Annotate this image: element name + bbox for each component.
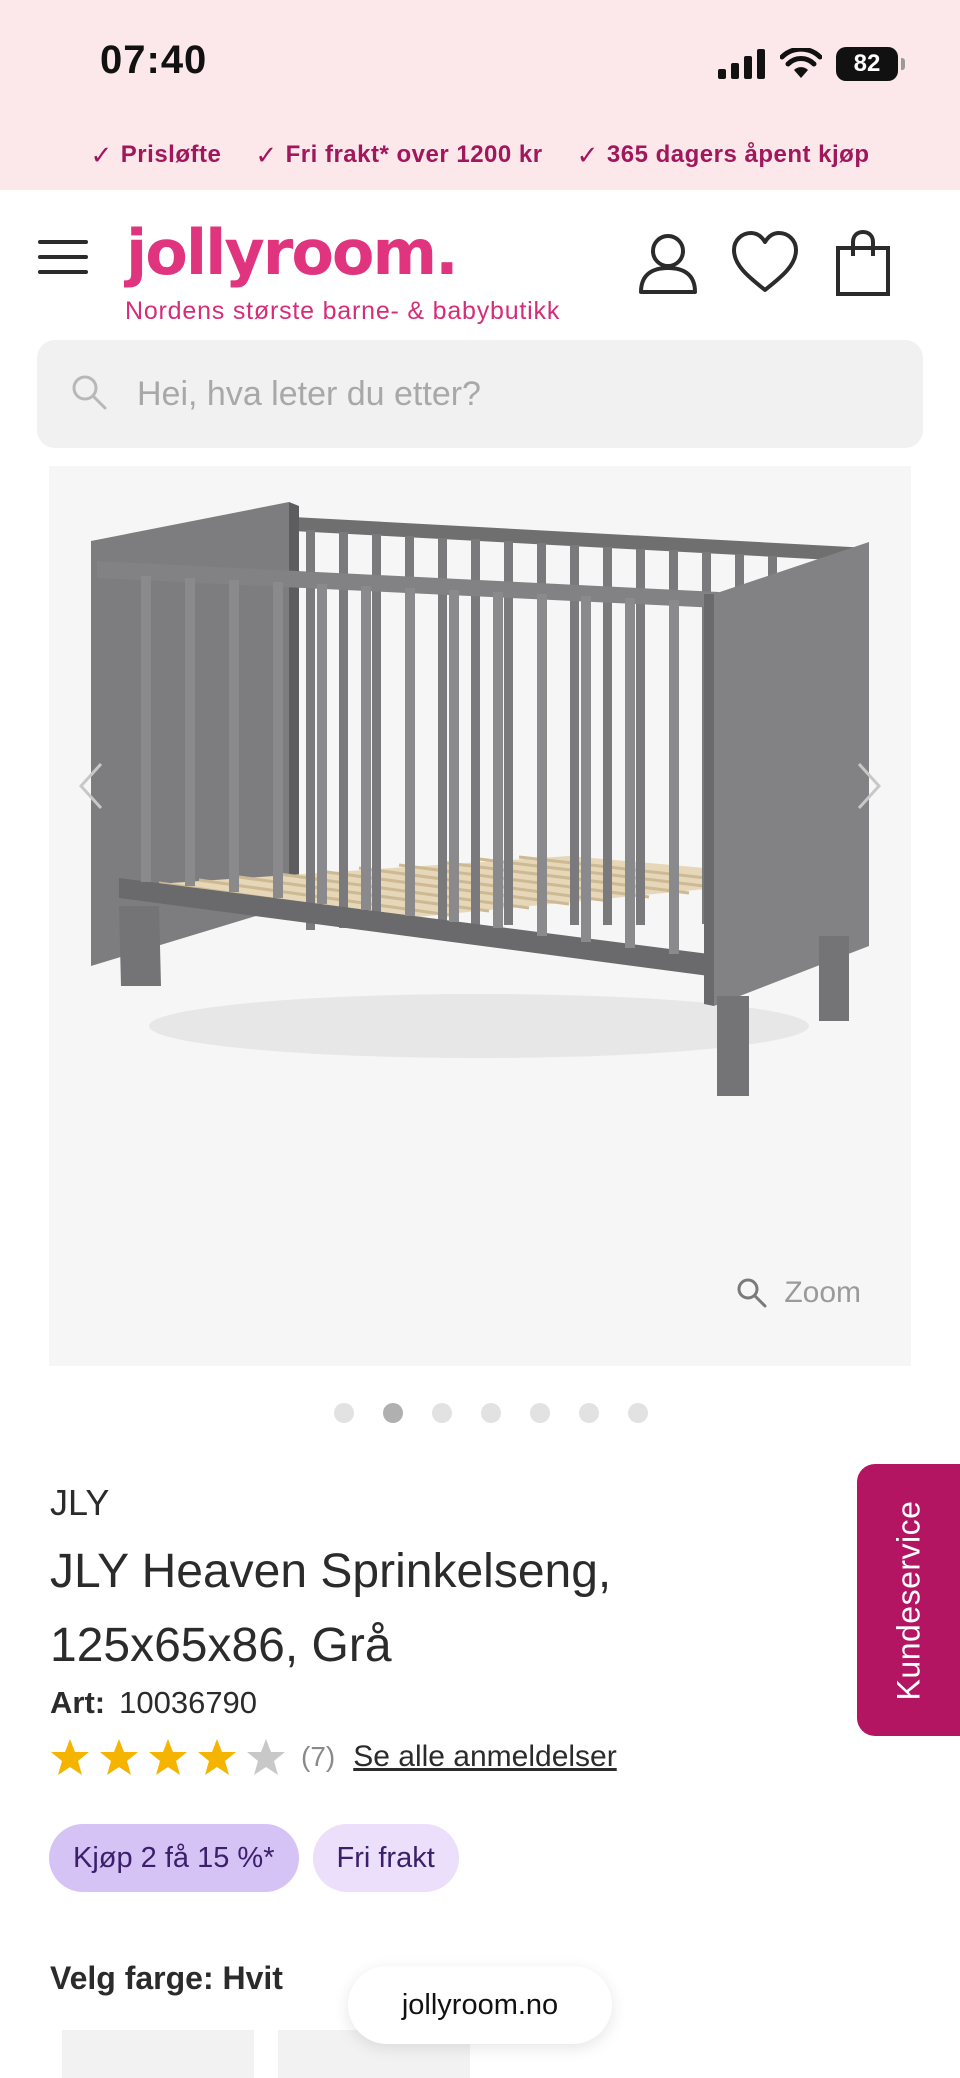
- usp-label: Fri frakt* over 1200 kr: [285, 141, 543, 168]
- star-empty-icon: [247, 1739, 285, 1775]
- promo-badge[interactable]: Kjøp 2 få 15 %*: [49, 1824, 299, 1892]
- star-filled-icon: [51, 1739, 89, 1775]
- carousel-dot[interactable]: [579, 1403, 599, 1423]
- carousel-dot-active[interactable]: [383, 1403, 403, 1423]
- star-filled-icon: [100, 1739, 138, 1775]
- search-icon: [72, 375, 107, 410]
- heart-icon[interactable]: [730, 228, 800, 298]
- customer-service-tab[interactable]: Kundeservice: [857, 1464, 960, 1736]
- site-header: jollyroom. Nordens største barne- & baby…: [0, 190, 960, 340]
- gallery-next-arrow-icon[interactable]: [849, 756, 889, 816]
- usp-label: Prisløfte: [120, 141, 222, 168]
- search-bar: [37, 340, 923, 448]
- product-rating[interactable]: (7) Se alle anmeldelser: [50, 1737, 617, 1777]
- color-selector-label: Velg farge: Hvit: [50, 1960, 283, 1996]
- site-tagline: Nordens største barne- & babybutikk: [125, 297, 561, 325]
- browser-url-bar[interactable]: jollyroom.no: [348, 1966, 612, 2044]
- zoom-icon: [737, 1278, 767, 1308]
- search-input[interactable]: [137, 364, 897, 424]
- check-icon: ✓: [90, 139, 113, 170]
- status-bar: 07:40 82: [0, 0, 960, 120]
- art-value: 10036790: [119, 1685, 258, 1720]
- product-title: JLY Heaven Sprinkelseng, 125x65x86, Grå: [50, 1545, 612, 1672]
- account-icon[interactable]: [633, 228, 703, 298]
- review-count: (7): [301, 1741, 336, 1772]
- usp-item: ✓ Prisløfte: [91, 140, 222, 171]
- star-filled-icon: [198, 1739, 236, 1775]
- product-image: [91, 502, 869, 1096]
- carousel-dot[interactable]: [334, 1403, 354, 1423]
- carousel-dot[interactable]: [628, 1403, 648, 1423]
- check-icon: ✓: [255, 139, 278, 170]
- zoom-button[interactable]: Zoom: [736, 1276, 861, 1310]
- usp-label: 365 dagers åpent kjøp: [606, 141, 870, 168]
- all-reviews-link[interactable]: Se alle anmeldelser: [353, 1740, 616, 1774]
- free-shipping-badge: Fri frakt: [312, 1824, 459, 1892]
- carousel-dot[interactable]: [432, 1403, 452, 1423]
- zoom-label: Zoom: [784, 1276, 861, 1309]
- shopping-bag-icon[interactable]: [828, 228, 898, 298]
- check-icon: ✓: [576, 139, 599, 170]
- gallery-prev-arrow-icon[interactable]: [71, 756, 111, 816]
- carousel-dots: [334, 1403, 648, 1423]
- status-time: 07:40: [100, 38, 208, 82]
- usp-bar: ✓ Prisløfte ✓ Fri frakt* over 1200 kr ✓ …: [0, 120, 960, 190]
- status-icons: 82: [718, 44, 905, 84]
- product-badges: Kjøp 2 få 15 %* Fri frakt: [49, 1824, 459, 1892]
- art-label: Art:: [50, 1685, 106, 1720]
- wifi-icon: [780, 48, 822, 78]
- carousel-dot[interactable]: [481, 1403, 501, 1423]
- menu-icon[interactable]: [38, 240, 88, 274]
- product-art-number: Art: 10036790: [50, 1685, 257, 1721]
- usp-item: ✓ Fri frakt* over 1200 kr: [255, 140, 542, 171]
- color-swatch[interactable]: [62, 2030, 254, 2078]
- carousel-dot[interactable]: [530, 1403, 550, 1423]
- site-logo[interactable]: jollyroom.: [126, 216, 459, 289]
- browser-url: jollyroom.no: [401, 1988, 559, 2021]
- star-filled-icon: [149, 1739, 187, 1775]
- product-brand[interactable]: JLY: [50, 1482, 109, 1524]
- product-image-gallery[interactable]: Zoom: [49, 466, 911, 1366]
- cellular-signal-icon: [718, 49, 765, 79]
- usp-item: ✓ 365 dagers åpent kjøp: [577, 140, 870, 171]
- battery-icon: 82: [836, 47, 905, 81]
- customer-service-label: Kundeservice: [890, 1500, 927, 1700]
